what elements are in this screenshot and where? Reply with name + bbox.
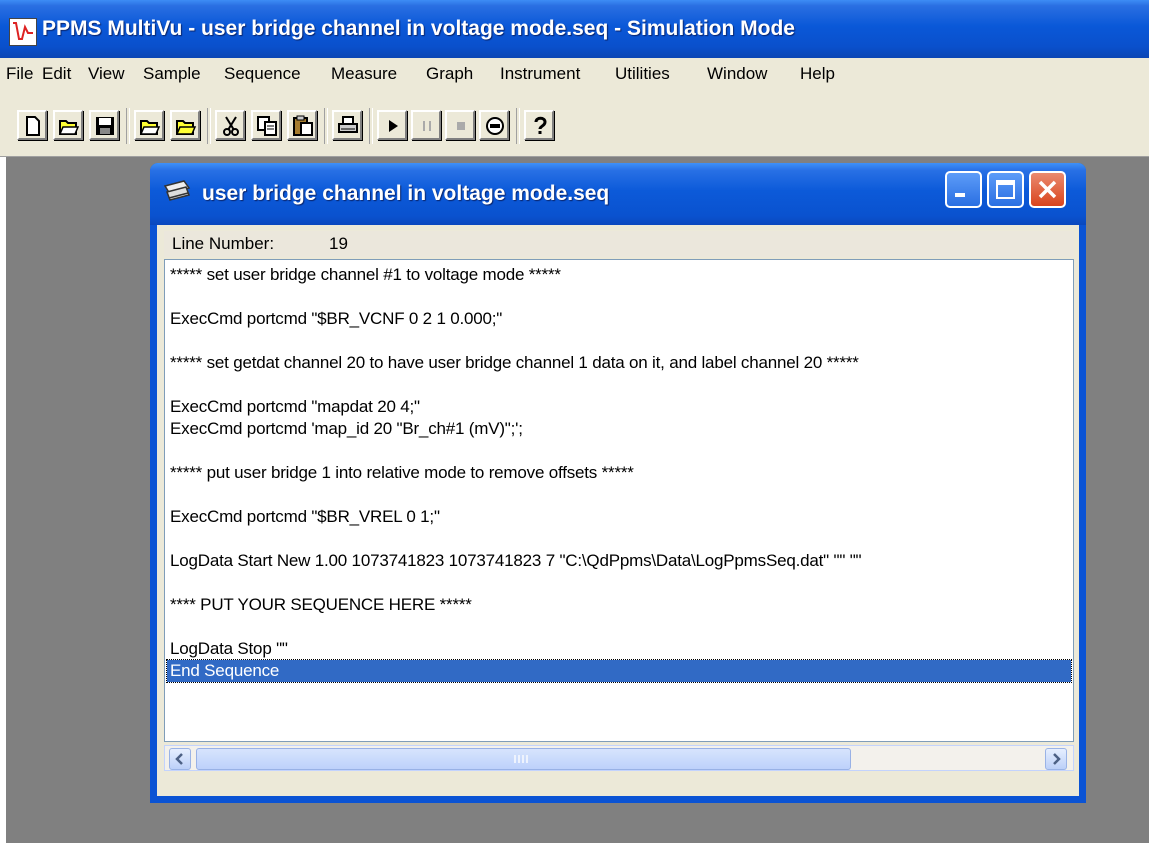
sequence-line[interactable]: ExecCmd portcmd "mapdat 20 4;"	[167, 396, 1071, 418]
menu-graph[interactable]: Graph	[426, 58, 473, 90]
sequence-window[interactable]: user bridge channel in voltage mode.seq …	[150, 163, 1086, 803]
sequence-line[interactable]	[167, 286, 1071, 308]
sequence-line[interactable]	[167, 374, 1071, 396]
sequence-line[interactable]	[167, 330, 1071, 352]
sequence-listbox[interactable]: ***** set user bridge channel #1 to volt…	[164, 259, 1074, 742]
menu-measure[interactable]: Measure	[331, 58, 397, 90]
sequence-window-body: Line Number: 19 ***** set user bridge ch…	[157, 225, 1079, 796]
maximize-button[interactable]	[987, 171, 1024, 208]
copy-button[interactable]	[251, 110, 281, 140]
help-icon	[534, 116, 547, 134]
sequence-line[interactable]	[167, 484, 1071, 506]
new-button[interactable]	[17, 110, 47, 140]
print-icon	[338, 116, 358, 133]
app-title: PPMS MultiVu - user bridge channel in vo…	[42, 17, 795, 40]
open-data-icon	[175, 120, 197, 135]
menu-instrument[interactable]: Instrument	[500, 58, 580, 90]
copy-icon	[257, 116, 277, 136]
sequence-line[interactable]: **** PUT YOUR SEQUENCE HERE *****	[167, 594, 1071, 616]
menu-window[interactable]: Window	[707, 58, 767, 90]
open-button[interactable]	[53, 110, 83, 140]
chevron-left-icon	[175, 753, 183, 765]
sequence-line[interactable]	[167, 440, 1071, 462]
minimize-icon	[955, 193, 965, 197]
stop-icon	[457, 122, 465, 130]
sequence-line[interactable]: ***** set getdat channel 20 to have user…	[167, 352, 1071, 374]
cut-icon	[223, 116, 239, 136]
sequence-line[interactable]: LogData Start New 1.00 1073741823 107374…	[167, 550, 1071, 572]
toolbar-separator	[324, 108, 328, 144]
open-sequence-button[interactable]	[134, 110, 164, 140]
sequence-line[interactable]: ExecCmd portcmd 'map_id 20 "Br_ch#1 (mV)…	[167, 418, 1071, 440]
close-icon	[1038, 180, 1057, 199]
stop-button[interactable]	[445, 110, 475, 140]
new-icon	[26, 116, 40, 136]
sequence-window-titlebar[interactable]: user bridge channel in voltage mode.seq	[150, 163, 1086, 225]
run-button[interactable]	[377, 110, 407, 140]
line-number-value: 19	[329, 234, 348, 253]
menu-file[interactable]: File	[6, 58, 33, 90]
menu-bar: File Edit View Sample Sequence Measure G…	[0, 58, 1149, 90]
menu-utilities[interactable]: Utilities	[615, 58, 670, 90]
toolbar	[0, 106, 730, 148]
line-number-bar: Line Number: 19	[164, 231, 1074, 257]
graph-icon[interactable]	[9, 18, 37, 46]
scroll-thumb[interactable]	[196, 748, 851, 770]
sequence-line[interactable]: ***** put user bridge 1 into relative mo…	[167, 462, 1071, 484]
toolbar-separator	[516, 108, 520, 144]
paste-icon	[293, 115, 313, 136]
toolbar-separator	[207, 108, 211, 144]
chevron-right-icon	[1053, 753, 1061, 765]
close-button[interactable]	[1029, 171, 1066, 208]
paste-button[interactable]	[287, 110, 317, 140]
sequence-line[interactable]	[167, 616, 1071, 638]
sequence-line[interactable]: ExecCmd portcmd "$BR_VCNF 0 2 1 0.000;"	[167, 308, 1071, 330]
scroll-left-button[interactable]	[169, 748, 191, 770]
line-number-label: Line Number:	[172, 234, 275, 253]
cut-button[interactable]	[215, 110, 245, 140]
minimize-button[interactable]	[945, 171, 982, 208]
toolbar-area	[0, 90, 1149, 157]
open-data-button[interactable]	[170, 110, 200, 140]
save-icon	[96, 117, 114, 135]
toolbar-separator	[126, 108, 130, 144]
sequence-line[interactable]: LogData Stop ""	[167, 638, 1071, 660]
menu-view[interactable]: View	[88, 58, 125, 90]
pause-button[interactable]	[411, 110, 441, 140]
save-button[interactable]	[89, 110, 119, 140]
sequence-line[interactable]: ExecCmd portcmd "$BR_VREL 0 1;"	[167, 506, 1071, 528]
menu-sequence[interactable]: Sequence	[224, 58, 301, 90]
open-icon	[58, 120, 80, 135]
menu-help[interactable]: Help	[800, 58, 835, 90]
app-titlebar[interactable]: PPMS MultiVu - user bridge channel in vo…	[0, 0, 1149, 58]
abort-button[interactable]	[479, 110, 509, 140]
maximize-icon	[996, 180, 1015, 199]
run-icon	[389, 120, 398, 132]
sequence-line[interactable]	[167, 528, 1071, 550]
horizontal-scrollbar[interactable]	[164, 745, 1074, 771]
sequence-line[interactable]: ***** set user bridge channel #1 to volt…	[167, 264, 1071, 286]
menu-sample[interactable]: Sample	[143, 58, 201, 90]
print-button[interactable]	[332, 110, 362, 140]
sequence-file-icon	[162, 178, 192, 208]
sequence-line-selected[interactable]: End Sequence	[166, 659, 1072, 683]
sequence-window-title: user bridge channel in voltage mode.seq	[202, 182, 610, 205]
grip-icon	[514, 755, 528, 763]
pause-icon	[423, 121, 431, 131]
toolbar-separator	[369, 108, 373, 144]
abort-icon	[486, 117, 504, 135]
menu-edit[interactable]: Edit	[42, 58, 71, 90]
sequence-line[interactable]	[167, 572, 1071, 594]
scroll-right-button[interactable]	[1045, 748, 1067, 770]
help-button[interactable]	[524, 110, 554, 140]
open-sequence-icon	[139, 120, 161, 135]
workspace-edge	[0, 157, 6, 843]
